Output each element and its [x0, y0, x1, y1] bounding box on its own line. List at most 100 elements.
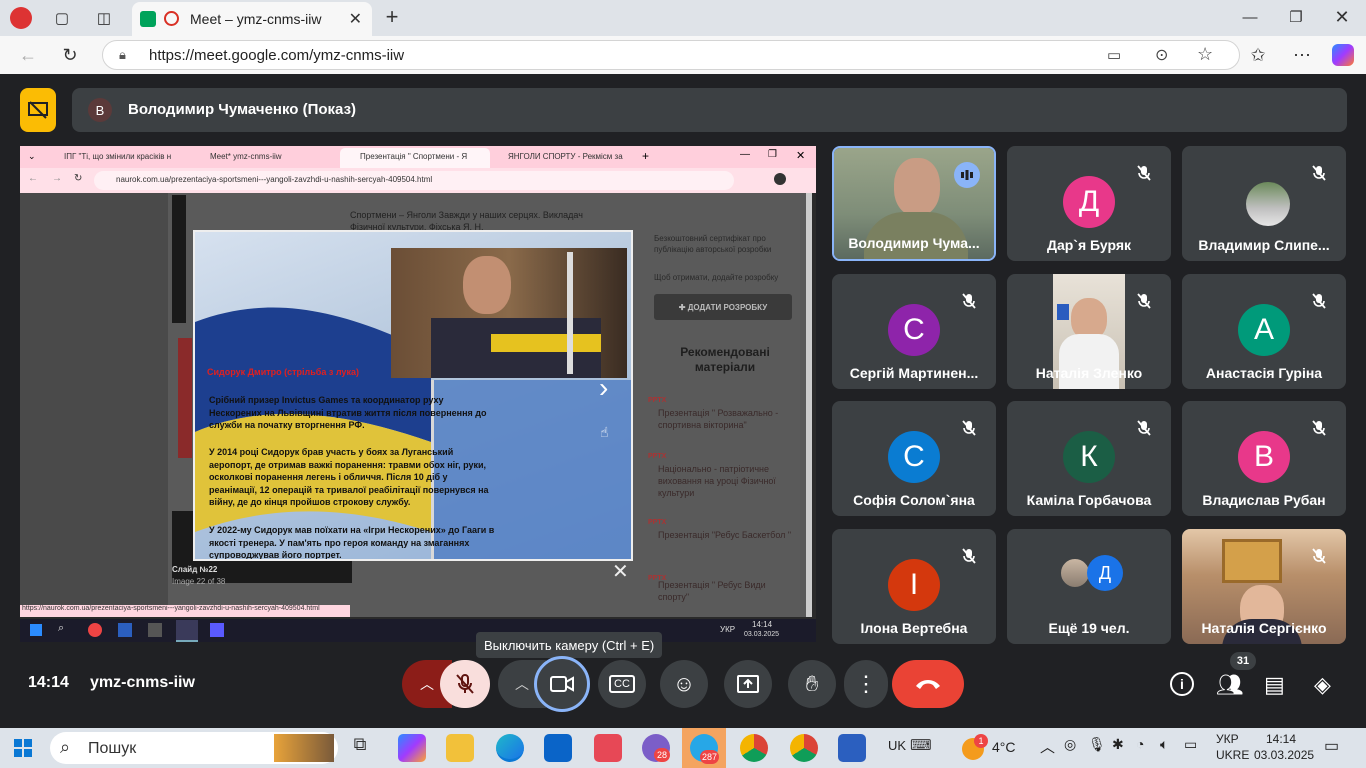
- keyboard-icon[interactable]: ⌨: [910, 736, 932, 754]
- participant-name: Сергій Мартинен...: [849, 365, 979, 381]
- present-button[interactable]: [724, 660, 772, 708]
- camera-status-icon[interactable]: ▭: [1107, 46, 1121, 64]
- notification-icon[interactable]: ▭: [1324, 736, 1339, 756]
- participant-avatar: Д: [1063, 176, 1115, 228]
- site-info-icon[interactable]: 🔒︎: [119, 47, 126, 63]
- activities-icon[interactable]: ◈: [1314, 672, 1331, 698]
- close-window-icon[interactable]: ✕: [1332, 7, 1352, 27]
- more-vert-icon: ⋮: [855, 671, 877, 696]
- chrome-profile-icon[interactable]: [790, 734, 818, 762]
- mic-toggle-button[interactable]: [440, 660, 490, 708]
- participant-tile[interactable]: Наталія Сергієнко: [1182, 529, 1346, 644]
- chat-icon[interactable]: ▤: [1264, 672, 1285, 698]
- more-options-button[interactable]: ⋮: [844, 660, 888, 708]
- meeting-info-icon[interactable]: i: [1170, 672, 1194, 696]
- menu-icon[interactable]: ⋯: [1292, 45, 1312, 65]
- shared-screen: ⌄ ІПГ "Ті, що змінили красіків н Meet* y…: [20, 146, 816, 642]
- presentation-slide: Сидорук Дмитро (стрільба з лука) Срібний…: [193, 230, 633, 561]
- participant-tile[interactable]: Д Ещё 19 чел.: [1007, 529, 1171, 644]
- store-icon[interactable]: [594, 734, 622, 762]
- url-text: https://meet.google.com/ymz-cnms-iiw: [149, 47, 405, 64]
- mic-off-icon: [456, 674, 474, 694]
- shared-back-icon: ←: [28, 173, 38, 184]
- tab-title: Meet – ymz-cnms-iiw: [190, 11, 322, 27]
- shared-tab-bar: ⌄ ІПГ "Ті, що змінили красіків н Meet* y…: [20, 146, 816, 168]
- hang-up-icon: [916, 680, 940, 689]
- copilot-taskbar-icon[interactable]: [398, 734, 426, 762]
- presentation-icon[interactable]: [20, 88, 56, 132]
- lang-secondary: UKRE: [1216, 748, 1250, 762]
- windows-taskbar: ⌕ Пошук ⧉ 28 287 UK ⌨ 1 4°C ︿ ◎ 🎙︎ ✱ ◔ 🔈…: [0, 728, 1366, 768]
- favorites-icon[interactable]: ✩: [1248, 45, 1268, 65]
- participant-tile[interactable]: Д Дар`я Буряк: [1007, 146, 1171, 261]
- profile-icon[interactable]: [10, 7, 32, 29]
- shared-tab-1: ІПГ "Ті, що змінили красіків н: [64, 152, 172, 161]
- shared-tab-menu-icon: ⌄: [28, 151, 36, 161]
- shared-tab-4: ЯНГОЛИ СПОРТУ - Рекмісм за: [508, 152, 623, 161]
- outlook-icon[interactable]: [544, 734, 572, 762]
- address-bar[interactable]: 🔒︎ https://meet.google.com/ymz-cnms-iiw …: [102, 40, 1240, 70]
- battery-icon[interactable]: ▭: [1184, 736, 1197, 753]
- minimize-icon[interactable]: —: [1240, 7, 1260, 27]
- mic-tray-icon: 🎙︎: [1088, 736, 1106, 752]
- file-explorer-icon[interactable]: [446, 734, 474, 762]
- close-tab-icon[interactable]: ✕: [349, 9, 362, 29]
- tray-chevron-icon[interactable]: ︿: [1040, 736, 1055, 757]
- back-icon[interactable]: ←: [18, 45, 38, 65]
- participant-tile[interactable]: К Каміла Горбачова: [1007, 401, 1171, 516]
- slide-next-icon: ›: [599, 372, 609, 403]
- more-options-icon[interactable]: ⊙: [1155, 45, 1168, 65]
- participant-tile[interactable]: С Софія Солом`яна: [832, 401, 996, 516]
- participant-tile[interactable]: А Анастасія Гуріна: [1182, 274, 1346, 389]
- presenter-bar: В Володимир Чумаченко (Показ): [72, 88, 1347, 132]
- chrome-icon[interactable]: [740, 734, 768, 762]
- wifi-icon[interactable]: ◔: [1136, 736, 1144, 752]
- camera-icon: [550, 676, 574, 692]
- participant-name: Ещё 19 чел.: [1048, 620, 1130, 636]
- favorite-star-icon[interactable]: ☆: [1197, 44, 1213, 65]
- participant-tile[interactable]: В Владислав Рубан: [1182, 401, 1346, 516]
- telegram-badge: 287: [700, 750, 720, 764]
- camera-toggle-button[interactable]: [534, 656, 590, 712]
- participant-tile[interactable]: Володимир Чума...: [832, 146, 996, 261]
- participant-avatar: С: [888, 431, 940, 483]
- rec-title: Презентація " Ребус Види спорту": [658, 580, 766, 602]
- shared-start-icon: [30, 624, 42, 636]
- participant-avatar: А: [1238, 304, 1290, 356]
- captions-button[interactable]: CC: [598, 660, 646, 708]
- participant-tile[interactable]: Наталія Зленко: [1007, 274, 1171, 389]
- participant-avatar: І: [888, 559, 940, 611]
- tab-meet[interactable]: Meet – ymz-cnms-iiw ✕: [132, 2, 372, 36]
- word-icon[interactable]: [838, 734, 866, 762]
- input-lang[interactable]: UK: [888, 738, 906, 753]
- slide-paragraph-2: У 2014 році Сидорук брав участь у боях з…: [209, 447, 489, 507]
- people-icon[interactable]: 👥︎: [1216, 672, 1244, 698]
- refresh-icon[interactable]: ↻: [60, 45, 80, 65]
- clock-time[interactable]: 14:14: [1266, 732, 1296, 746]
- participant-tile[interactable]: Владимир Слипе...: [1182, 146, 1346, 261]
- meeting-code: ymz-cnms-iiw: [90, 674, 195, 691]
- participant-tile[interactable]: С Сергій Мартинен...: [832, 274, 996, 389]
- mic-muted-icon: [1306, 160, 1332, 186]
- volume-icon[interactable]: 🔈︎: [1160, 736, 1168, 753]
- maximize-icon[interactable]: ❐: [1286, 7, 1306, 27]
- copilot-icon[interactable]: [1332, 44, 1354, 66]
- hand-icon: ✋︎: [805, 671, 819, 696]
- lang-primary[interactable]: УКР: [1216, 732, 1239, 746]
- edge-icon[interactable]: [496, 734, 524, 762]
- participant-name: Каміла Горбачова: [1026, 492, 1152, 508]
- participant-tile[interactable]: І Ілона Вертебна: [832, 529, 996, 644]
- chevron-up-icon: ︿: [420, 676, 434, 692]
- mic-muted-icon: [1131, 160, 1157, 186]
- tab-actions-icon[interactable]: ◫: [94, 8, 114, 28]
- task-view-icon[interactable]: ⧉: [346, 734, 374, 762]
- new-tab-icon[interactable]: +: [382, 4, 402, 29]
- reactions-button[interactable]: ☺: [660, 660, 708, 708]
- leave-call-button[interactable]: [892, 660, 964, 708]
- shared-chrome-active-icon: [176, 620, 198, 642]
- workspaces-icon[interactable]: ▢: [52, 8, 72, 28]
- start-icon[interactable]: [14, 739, 32, 757]
- mic-muted-icon: [1306, 543, 1332, 569]
- taskbar-search[interactable]: ⌕ Пошук: [50, 732, 338, 764]
- raise-hand-button[interactable]: ✋︎: [788, 660, 836, 708]
